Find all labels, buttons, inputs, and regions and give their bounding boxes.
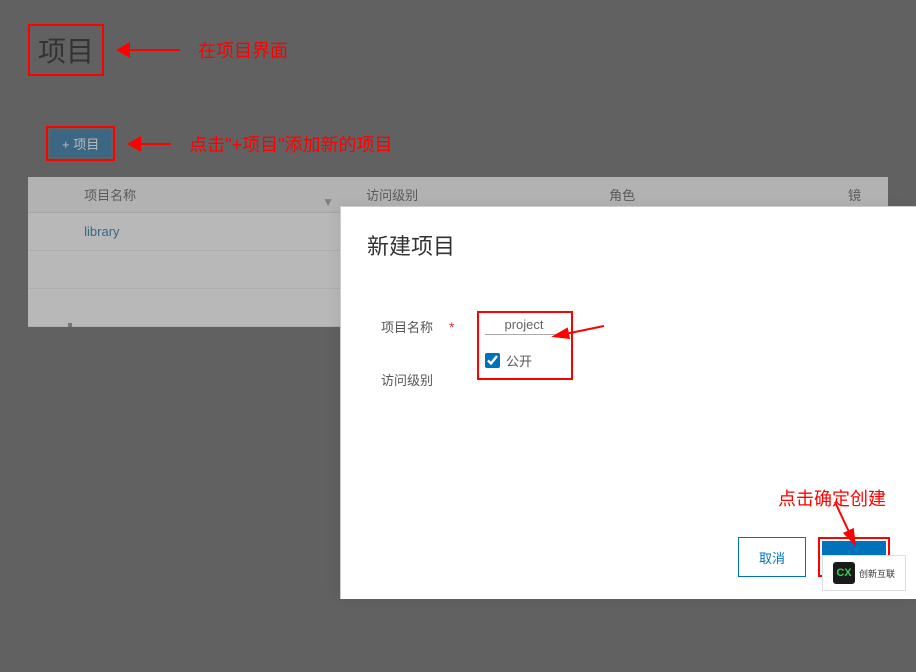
public-label: 公开 bbox=[506, 351, 532, 370]
annotation-text-addproject: 点击"+项目"添加新的项目 bbox=[189, 131, 392, 157]
annotation-arrow-icon bbox=[116, 42, 180, 58]
add-project-button[interactable]: + 项目 bbox=[50, 130, 111, 157]
logo-text: 创新互联 bbox=[859, 567, 895, 580]
new-project-form: 项目名称 * 访问级别 公开 输入项目名称 bbox=[341, 269, 916, 389]
filter-icon[interactable]: ▼ bbox=[322, 195, 334, 209]
page-title-highlight: 项目 bbox=[28, 24, 104, 76]
project-name-input[interactable] bbox=[485, 315, 563, 335]
new-project-modal: 新建项目 项目名称 * 访问级别 公开 bbox=[340, 206, 916, 599]
annotation-text-confirm: 点击确定创建 bbox=[778, 485, 886, 511]
page-header: 项目 在项目界面 bbox=[0, 0, 916, 86]
col-mirror-header[interactable]: 镜 bbox=[848, 185, 888, 204]
toolbar: + 项目 点击"+项目"添加新的项目 bbox=[0, 86, 916, 161]
logo-mark-text: CX bbox=[836, 567, 851, 579]
col-name-header[interactable]: 项目名称 ▼ bbox=[76, 185, 346, 204]
page-title: 项目 bbox=[38, 36, 94, 67]
annotation-arrow-icon bbox=[127, 136, 171, 152]
col-name-label: 项目名称 bbox=[84, 188, 136, 203]
logo-badge: CX 创新互联 bbox=[822, 555, 906, 591]
access-level-label: 访问级别 bbox=[381, 370, 449, 389]
annotation-text-header: 在项目界面 bbox=[198, 37, 288, 63]
project-name-label: 项目名称 bbox=[381, 317, 449, 336]
modal-title: 新建项目 bbox=[341, 207, 916, 269]
col-role-header[interactable]: 角色 bbox=[597, 185, 848, 204]
plus-icon: + bbox=[62, 137, 73, 152]
project-link[interactable]: library bbox=[76, 224, 346, 239]
public-checkbox[interactable] bbox=[485, 353, 500, 368]
form-inputs-highlight: 公开 bbox=[477, 311, 573, 380]
cancel-button[interactable]: 取消 bbox=[738, 537, 806, 577]
add-project-highlight: + 项目 bbox=[46, 126, 115, 161]
required-icon: * bbox=[449, 319, 454, 335]
add-project-label: 项目 bbox=[73, 137, 99, 152]
scroll-marker-icon bbox=[68, 323, 72, 327]
logo-mark-icon: CX bbox=[833, 562, 855, 584]
col-access-header[interactable]: 访问级别 bbox=[346, 185, 597, 204]
